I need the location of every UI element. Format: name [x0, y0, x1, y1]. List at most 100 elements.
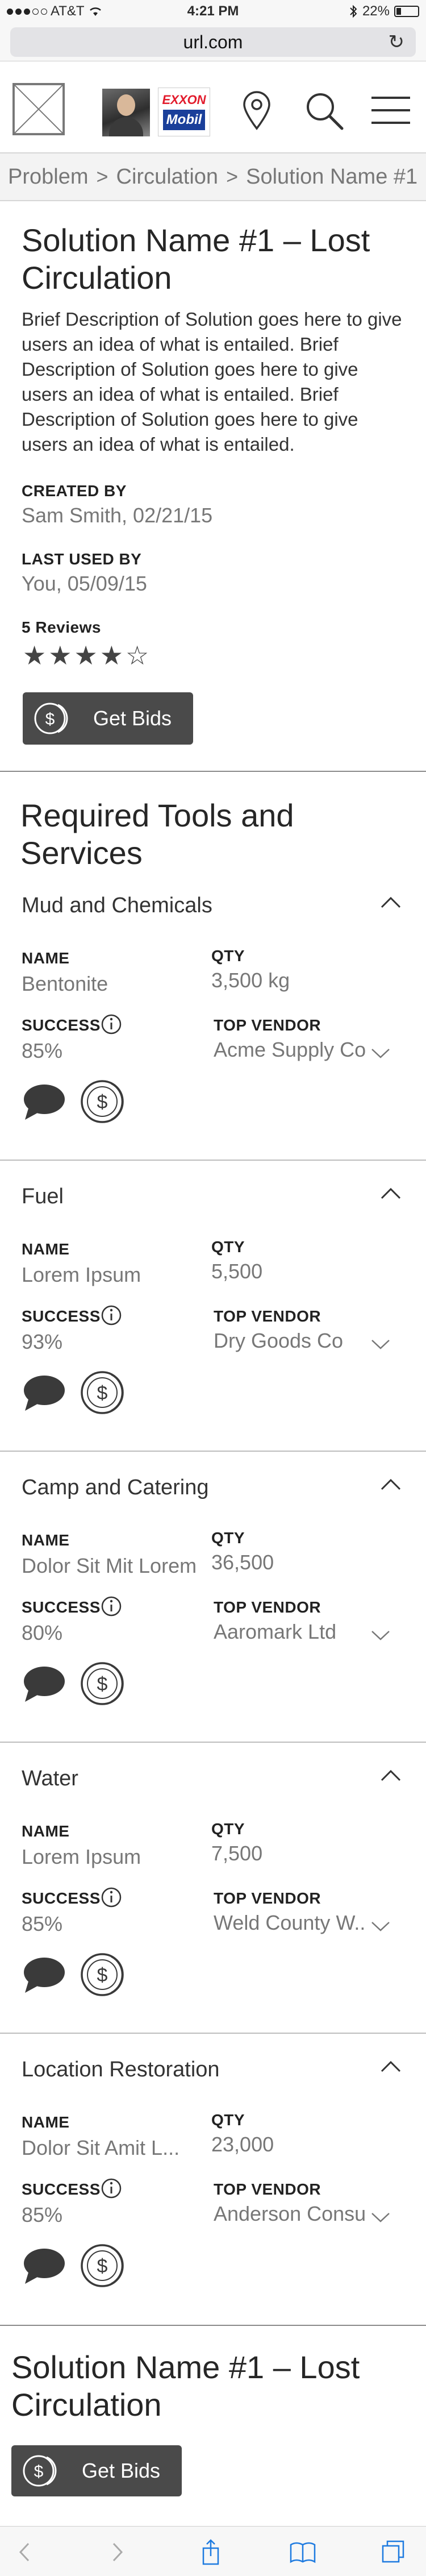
tool-name-value: Lorem Ipsum	[22, 1263, 141, 1286]
divider	[0, 1742, 426, 1743]
collapse-chevron-icon[interactable]	[379, 896, 402, 909]
success-label: SUCCESS	[22, 1307, 101, 1325]
tabs-icon[interactable]	[379, 2538, 408, 2566]
star-filled-icon[interactable]: ★	[48, 641, 74, 670]
top-vendor-label: TOP VENDOR	[214, 1598, 321, 1616]
chat-bubble-icon[interactable]	[23, 1956, 66, 1994]
tool-success-value: 85%	[22, 1039, 63, 1062]
collapse-chevron-icon[interactable]	[379, 1769, 402, 1783]
rating-stars[interactable]: ★★★★☆	[23, 640, 151, 671]
url-field[interactable]: url.com ↻	[10, 27, 416, 57]
coin-dollar-icon[interactable]: $	[80, 1661, 134, 1706]
star-filled-icon[interactable]: ★	[23, 641, 48, 670]
svg-text:$: $	[97, 1091, 108, 1113]
svg-text:$: $	[97, 1964, 108, 1986]
tool-vendor-value[interactable]: Acme Supply Co	[214, 1038, 366, 1062]
coin-dollar-icon: $	[23, 2455, 57, 2487]
solution-title: Solution Name #1 – Lost Circulation	[22, 222, 370, 296]
share-icon[interactable]	[197, 2538, 225, 2566]
status-bar: AT&T 4:21 PM 22%	[0, 0, 426, 23]
svg-text:$: $	[45, 710, 55, 729]
map-pin-icon[interactable]	[234, 88, 279, 133]
tool-success-value: 80%	[22, 1621, 63, 1644]
hamburger-menu-icon[interactable]	[368, 88, 414, 133]
vendor-dropdown-chevron-icon[interactable]	[370, 1338, 391, 1351]
star-filled-icon[interactable]: ★	[100, 641, 126, 670]
breadcrumb-item-problem[interactable]: Problem	[8, 165, 89, 189]
collapse-chevron-icon[interactable]	[379, 2060, 402, 2074]
tool-card-title[interactable]: Fuel	[22, 1185, 64, 1209]
bookmarks-icon[interactable]	[289, 2538, 317, 2566]
info-icon[interactable]	[100, 1013, 123, 1036]
chat-bubble-icon[interactable]	[23, 1083, 66, 1121]
search-icon[interactable]	[301, 88, 346, 133]
tool-card-title[interactable]: Mud and Chemicals	[22, 894, 212, 918]
logo-placeholder-icon[interactable]	[12, 83, 65, 135]
tool-name-value: Dolor Sit Mit Lorem	[22, 1554, 197, 1577]
required-tools-title: Required Tools and Services	[20, 797, 294, 871]
coin-dollar-icon[interactable]: $	[80, 1079, 134, 1124]
info-icon[interactable]	[100, 2177, 123, 2200]
back-icon[interactable]	[11, 2538, 40, 2566]
brand-logo: EXXON Mobil	[158, 88, 210, 136]
divider	[0, 771, 426, 772]
battery-icon	[394, 6, 419, 17]
vendor-dropdown-chevron-icon[interactable]	[370, 2211, 391, 2224]
coin-dollar-icon[interactable]: $	[80, 2243, 134, 2288]
divider	[0, 2033, 426, 2034]
solution-description: Brief Description of Solution goes here …	[22, 309, 402, 455]
tool-vendor-value[interactable]: Weld County W...	[214, 1911, 366, 1935]
tool-vendor-value[interactable]: Aaromark Ltd	[214, 1620, 366, 1644]
top-vendor-label: TOP VENDOR	[214, 1307, 321, 1325]
user-avatar[interactable]	[102, 89, 150, 136]
reviews-count[interactable]: 5 Reviews	[22, 618, 101, 637]
tool-card-title[interactable]: Water	[22, 1767, 78, 1791]
last-used-value: You, 05/09/15	[22, 572, 147, 595]
qty-label: QTY	[211, 1529, 245, 1547]
brand-logo-top: EXXON	[162, 93, 206, 107]
get-bids-button[interactable]: $ Get Bids	[23, 692, 193, 745]
tool-vendor-value[interactable]: Dry Goods Co	[214, 1329, 366, 1353]
collapse-chevron-icon[interactable]	[379, 1187, 402, 1200]
success-label: SUCCESS	[22, 1889, 101, 1907]
url-text: url.com	[183, 32, 243, 52]
tool-name-value: Dolor Sit Amit L...	[22, 2136, 180, 2159]
breadcrumb-item-solution[interactable]: Solution Name #1	[246, 165, 417, 189]
footer-get-bids-button[interactable]: $ Get Bids	[11, 2445, 182, 2496]
divider	[0, 2325, 426, 2326]
star-empty-icon[interactable]: ☆	[126, 641, 151, 670]
bluetooth-icon	[350, 5, 357, 18]
tool-name-value: Bentonite	[22, 972, 108, 995]
tool-card-title[interactable]: Location Restoration	[22, 2058, 220, 2082]
success-label: SUCCESS	[22, 1016, 101, 1034]
tool-qty-value: 23,000	[211, 2133, 274, 2156]
top-vendor-label: TOP VENDOR	[214, 1889, 321, 1907]
vendor-dropdown-chevron-icon[interactable]	[370, 1047, 391, 1060]
coin-dollar-icon[interactable]: $	[80, 1952, 134, 1997]
vendor-dropdown-chevron-icon[interactable]	[370, 1629, 391, 1642]
vendor-dropdown-chevron-icon[interactable]	[370, 1920, 391, 1933]
breadcrumb-item-circulation[interactable]: Circulation	[116, 165, 219, 189]
chat-bubble-icon[interactable]	[23, 1374, 66, 1412]
chat-bubble-icon[interactable]	[23, 2247, 66, 2285]
info-icon[interactable]	[100, 1595, 123, 1618]
coin-dollar-icon[interactable]: $	[80, 1370, 134, 1415]
tool-success-value: 93%	[22, 1330, 63, 1353]
tool-card-title[interactable]: Camp and Catering	[22, 1476, 209, 1500]
svg-text:$: $	[97, 1382, 108, 1404]
reload-icon[interactable]: ↻	[389, 27, 405, 57]
tool-success-value: 85%	[22, 1912, 63, 1935]
star-filled-icon[interactable]: ★	[74, 641, 100, 670]
battery-status: 22%	[349, 3, 419, 19]
info-icon[interactable]	[100, 1304, 123, 1327]
chat-bubble-icon[interactable]	[23, 1665, 66, 1703]
name-label: NAME	[22, 1240, 70, 1258]
tool-vendor-value[interactable]: Anderson Consu...	[214, 2202, 366, 2226]
collapse-chevron-icon[interactable]	[379, 1478, 402, 1491]
qty-label: QTY	[211, 947, 245, 965]
divider	[0, 1451, 426, 1452]
created-by-value: Sam Smith, 02/21/15	[22, 504, 213, 527]
forward-icon[interactable]	[102, 2538, 131, 2566]
info-icon[interactable]	[100, 1886, 123, 1909]
breadcrumb-chevron-icon: >	[226, 165, 239, 188]
